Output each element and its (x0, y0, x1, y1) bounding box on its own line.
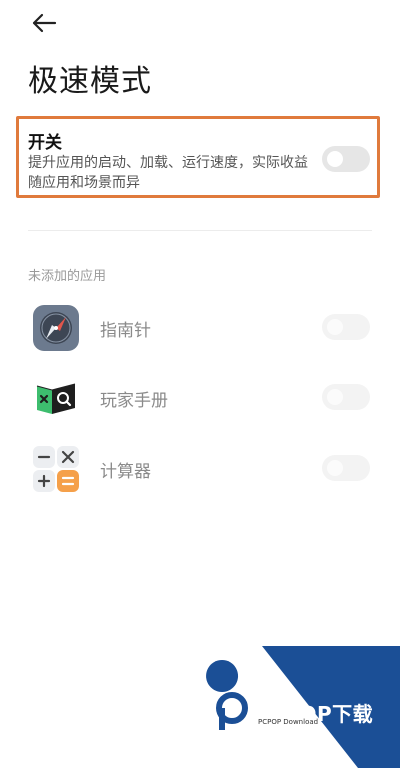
section-label: 未添加的应用 (28, 269, 107, 284)
toggle-knob (327, 319, 343, 335)
watermark-sub: PCPOP Download (258, 718, 319, 726)
app-row-compass[interactable]: 指南针 (0, 302, 400, 358)
divider (28, 230, 372, 231)
app-name: 指南针 (100, 321, 151, 341)
speed-mode-toggle[interactable] (322, 146, 370, 172)
toggle-knob (327, 460, 343, 476)
back-button[interactable] (30, 10, 58, 36)
arrow-left-icon (32, 13, 57, 33)
page-title: 极速模式 (28, 64, 152, 99)
switch-title: 开关 (28, 133, 62, 153)
toggle-knob (327, 389, 343, 405)
game-handbook-app-icon (36, 383, 76, 414)
toggle-knob (327, 151, 343, 167)
app-name: 计算器 (100, 462, 151, 482)
calculator-app-icon (33, 446, 79, 492)
app-row-game-handbook[interactable]: 玩家手册 (0, 372, 400, 428)
watermark-brand: PCPOP下载 (254, 702, 374, 726)
compass-app-icon (33, 305, 79, 351)
app-name: 玩家手册 (100, 391, 168, 411)
app-row-calculator[interactable]: 计算器 (0, 443, 400, 499)
app-toggle-calculator[interactable] (322, 455, 370, 481)
app-toggle-compass[interactable] (322, 314, 370, 340)
app-toggle-game-handbook[interactable] (322, 384, 370, 410)
switch-description: 提升应用的启动、加载、运行速度，实际收益随应用和场景而异 (28, 155, 308, 191)
